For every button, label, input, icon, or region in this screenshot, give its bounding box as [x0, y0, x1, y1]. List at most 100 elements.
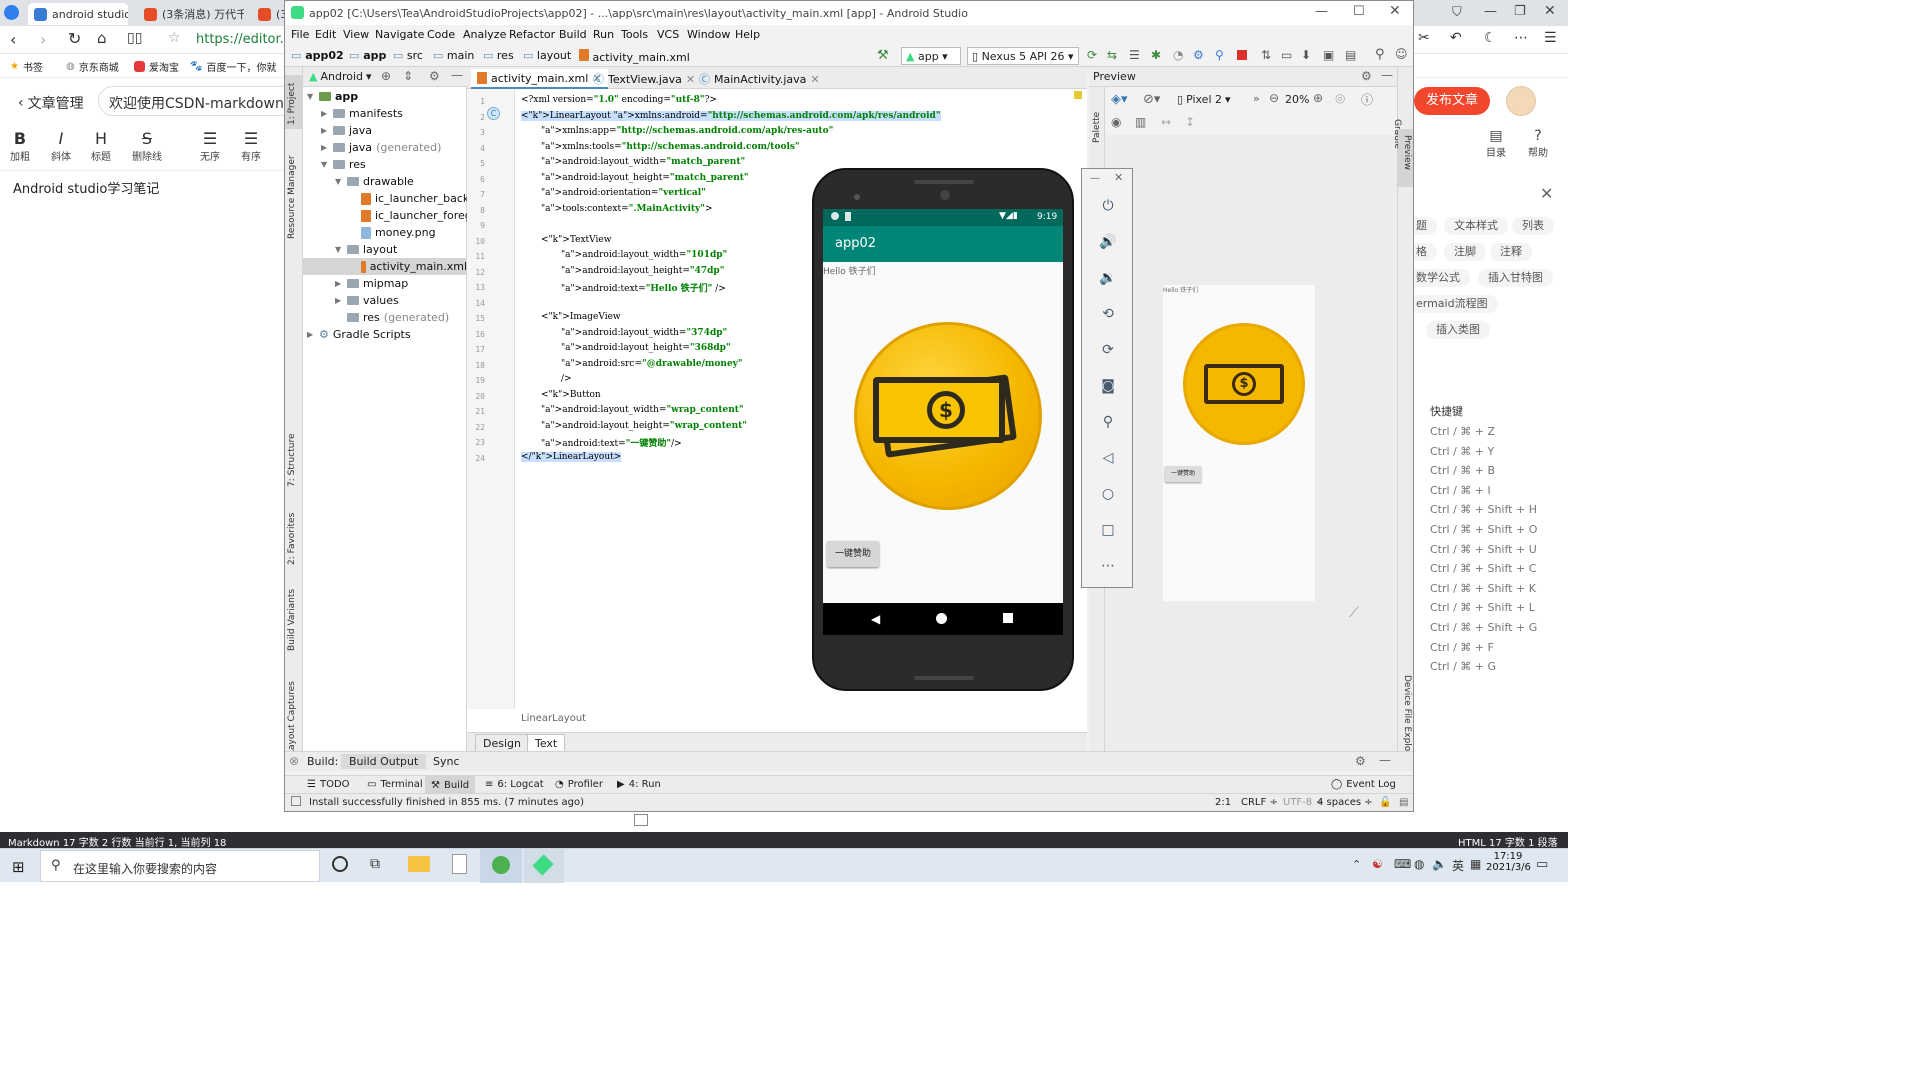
- overview-icon[interactable]: □: [1099, 521, 1117, 539]
- line-separator[interactable]: CRLF ÷: [1241, 797, 1278, 808]
- logcat-button[interactable]: ≡ 6: Logcat: [485, 779, 544, 790]
- breadcrumb[interactable]: activity_main.xml: [579, 49, 690, 64]
- hide-icon[interactable]: —: [451, 68, 463, 82]
- tree-item[interactable]: ▶ java: [321, 122, 372, 139]
- bookmark-manager-icon[interactable]: ⛉: [1452, 5, 1462, 20]
- star-icon[interactable]: ☆: [168, 30, 181, 46]
- layout-inspector-icon[interactable]: ▣: [1323, 48, 1334, 62]
- notification-center-icon[interactable]: ▭: [1536, 857, 1548, 872]
- structure-button[interactable]: 7: Structure: [287, 434, 297, 488]
- build-variants-button[interactable]: Build Variants: [287, 589, 297, 651]
- zoom-fit-icon[interactable]: ◎: [1335, 91, 1345, 105]
- tree-item[interactable]: ▼ layout: [335, 241, 397, 258]
- eye-icon[interactable]: ◉: [1111, 115, 1121, 129]
- info-icon[interactable]: ⓘ: [1361, 91, 1373, 108]
- night-mode-icon[interactable]: ☾: [1484, 30, 1497, 46]
- tree-item[interactable]: ▼ res: [321, 156, 366, 173]
- blueprint-icon[interactable]: ▥: [1135, 115, 1146, 129]
- caret-position[interactable]: 2:1: [1215, 797, 1231, 808]
- project-tool-button[interactable]: 1: Project: [287, 83, 297, 125]
- help-button[interactable]: ? 帮助: [1528, 128, 1548, 159]
- volume-icon[interactable]: 🔈: [1432, 857, 1447, 871]
- apply-changes-icon[interactable]: ⟳: [1087, 48, 1097, 62]
- layout-toggle-icon[interactable]: [291, 796, 301, 806]
- rotate-right-icon[interactable]: ⟳: [1099, 341, 1117, 359]
- preview-button-side[interactable]: Preview: [1402, 135, 1412, 170]
- profile-icon[interactable]: ◔: [1173, 48, 1183, 62]
- close-tab-icon[interactable]: ✕: [810, 73, 819, 86]
- tree-item[interactable]: ic_launcher_backgr: [361, 190, 481, 207]
- menu-help[interactable]: Help: [735, 28, 760, 41]
- tree-item[interactable]: ▶ java (generated): [321, 139, 441, 156]
- palette-button[interactable]: Palette: [1092, 112, 1102, 143]
- help-chip[interactable]: 列表: [1512, 217, 1554, 235]
- help-chip[interactable]: 插入类图: [1426, 321, 1490, 339]
- tab-sync[interactable]: Sync: [433, 755, 460, 768]
- restore-icon[interactable]: ❐: [1514, 4, 1526, 19]
- gear-icon[interactable]: ⚙: [1361, 69, 1372, 83]
- minimize-icon[interactable]: —: [1484, 4, 1497, 19]
- attach-icon[interactable]: ⚲: [1215, 48, 1224, 62]
- rotate-left-icon[interactable]: ⟲: [1099, 305, 1117, 323]
- more-icon[interactable]: ⋯: [1514, 30, 1528, 46]
- hide-icon[interactable]: —: [1379, 753, 1391, 767]
- project-view-select[interactable]: ▲ Android ▾: [309, 70, 372, 83]
- breadcrumb[interactable]: ▭ res: [483, 49, 514, 62]
- vertical-icon[interactable]: ↕: [1185, 115, 1195, 129]
- breadcrumb[interactable]: ▭ layout: [523, 49, 571, 62]
- close-icon[interactable]: ✕: [1544, 3, 1556, 19]
- help-chip[interactable]: 注释: [1490, 243, 1532, 261]
- tab-text[interactable]: Text: [527, 734, 566, 752]
- attach-debugger-icon[interactable]: ⚙: [1193, 48, 1204, 62]
- zoom-in-icon[interactable]: ⊕: [1313, 91, 1323, 105]
- help-chip[interactable]: 插入甘特图: [1478, 269, 1553, 287]
- tray-app-icon[interactable]: ☯: [1372, 857, 1383, 871]
- gear-icon[interactable]: ⚙: [429, 69, 440, 83]
- avd-manager-icon[interactable]: ▭: [1281, 48, 1292, 62]
- ime-mode-icon[interactable]: ▦: [1470, 857, 1481, 871]
- network-icon[interactable]: ⌨: [1394, 857, 1411, 871]
- help-chip[interactable]: ermaid流程图: [1406, 295, 1498, 313]
- power-icon[interactable]: ⏻: [1099, 197, 1117, 215]
- preview-device-select[interactable]: ▯ Pixel 2 ▾: [1177, 93, 1231, 106]
- search-icon[interactable]: ⚲: [1375, 47, 1385, 62]
- locate-icon[interactable]: ⊕: [381, 69, 391, 83]
- close-icon[interactable]: ✕: [1114, 171, 1123, 184]
- gear-icon[interactable]: ⚙: [1355, 754, 1366, 768]
- heading-button[interactable]: H 标题: [83, 130, 119, 164]
- volume-up-icon[interactable]: 🔊: [1099, 233, 1117, 251]
- ime-indicator[interactable]: 英: [1452, 857, 1464, 874]
- tree-item[interactable]: ic_launcher_foregro: [361, 207, 483, 224]
- device-explorer-icon[interactable]: ▤: [1345, 48, 1356, 62]
- bookmark-item[interactable]: 爱淘宝: [134, 59, 179, 74]
- account-icon[interactable]: ☺: [1395, 47, 1408, 61]
- memory-icon[interactable]: ▤: [1399, 797, 1408, 808]
- lock-icon[interactable]: 🔓: [1379, 797, 1391, 808]
- menu-code[interactable]: Code: [427, 28, 455, 41]
- undo-icon[interactable]: ↶: [1450, 30, 1462, 46]
- bookmark-item[interactable]: ◍ 京东商城: [66, 59, 119, 74]
- menu-icon[interactable]: ☰: [1544, 30, 1557, 46]
- chevron-up-icon[interactable]: ⌃: [1352, 858, 1361, 871]
- forward-icon[interactable]: ›: [40, 30, 46, 49]
- menu-refactor[interactable]: Refactor: [509, 28, 555, 41]
- debug-icon[interactable]: ✱: [1151, 48, 1161, 62]
- run-config-select[interactable]: ▲ app ▾: [901, 47, 961, 65]
- run-button[interactable]: ▶ 4: Run: [617, 779, 661, 790]
- home-icon[interactable]: ⌂: [97, 29, 107, 47]
- tree-item[interactable]: ▼ app: [307, 88, 358, 105]
- favorites-button[interactable]: 2: Favorites: [287, 513, 297, 565]
- apply-code-icon[interactable]: ⇆: [1107, 48, 1117, 62]
- browser-tab[interactable]: android studio: [28, 3, 128, 25]
- menu-build[interactable]: Build: [559, 28, 587, 41]
- run-list-icon[interactable]: ☰: [1129, 48, 1140, 62]
- wifi-icon[interactable]: ◍: [1414, 857, 1424, 871]
- tree-item[interactable]: ▶ values: [335, 292, 399, 309]
- tools-icon[interactable]: ✂: [1418, 30, 1430, 46]
- zoom-icon[interactable]: ⚲: [1099, 413, 1117, 431]
- indent[interactable]: 4 spaces ÷: [1317, 797, 1373, 808]
- terminal-button[interactable]: ▭ Terminal: [367, 779, 423, 790]
- menu-window[interactable]: Window: [687, 28, 730, 41]
- taskbar-search[interactable]: ⚲ 在这里输入你要搜索的内容: [40, 850, 320, 882]
- more-icon[interactable]: ⋯: [1099, 557, 1117, 575]
